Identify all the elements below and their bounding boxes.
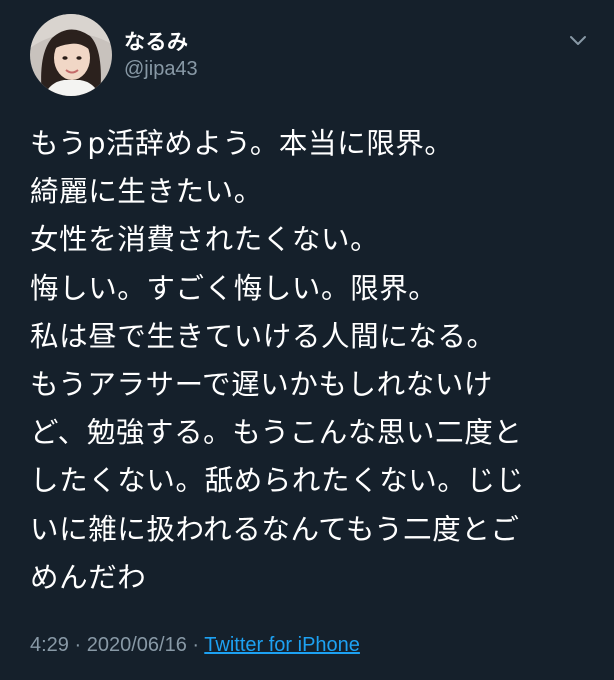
tweet-text: もうp活辞めよう。本当に限界。 綺麗に生きたい。 女性を消費されたくない。 悔し… — [30, 120, 600, 602]
tweet-meta: 4:29 · 2020/06/16 · Twitter for iPhone — [30, 634, 360, 657]
meta-separator: · — [192, 634, 200, 656]
tweet-text-line: ど、勉強する。もうこんな思い二度と — [30, 416, 523, 450]
tweet-text-line: もうアラサーで遅いかもしれないけ — [30, 368, 494, 402]
chevron-down-icon[interactable] — [566, 30, 590, 50]
tweet-text-line: したくない。舐められたくない。じじ — [30, 464, 525, 498]
tweet-text-line: 私は昼で生きていける人間になる。 — [30, 319, 496, 353]
tweet-text-line: いに雑に扱われるなんてもう二度とご — [30, 512, 520, 546]
tweet-text-line: 女性を消費されたくない。 — [30, 223, 380, 257]
tweet-source-link[interactable]: Twitter for iPhone — [204, 634, 360, 656]
tweet-date[interactable]: 2020/06/16 — [87, 634, 187, 656]
tweet-text-line: めんだわ — [30, 560, 147, 594]
meta-separator: · — [74, 634, 82, 656]
display-name[interactable]: なるみ — [124, 26, 189, 56]
avatar-image — [30, 14, 112, 96]
user-handle[interactable]: @jipa43 — [124, 58, 198, 81]
tweet-text-line: 悔しい。すごく悔しい。限界。 — [30, 271, 438, 305]
tweet-card: なるみ @jipa43 もうp活辞めよう。本当に限界。 綺麗に生きたい。 女性を… — [0, 0, 614, 680]
avatar[interactable] — [30, 14, 112, 96]
tweet-text-line: もうp活辞めよう。本当に限界。 — [30, 127, 454, 160]
tweet-text-line: 綺麗に生きたい。 — [30, 175, 263, 209]
tweet-time[interactable]: 4:29 — [30, 634, 69, 656]
